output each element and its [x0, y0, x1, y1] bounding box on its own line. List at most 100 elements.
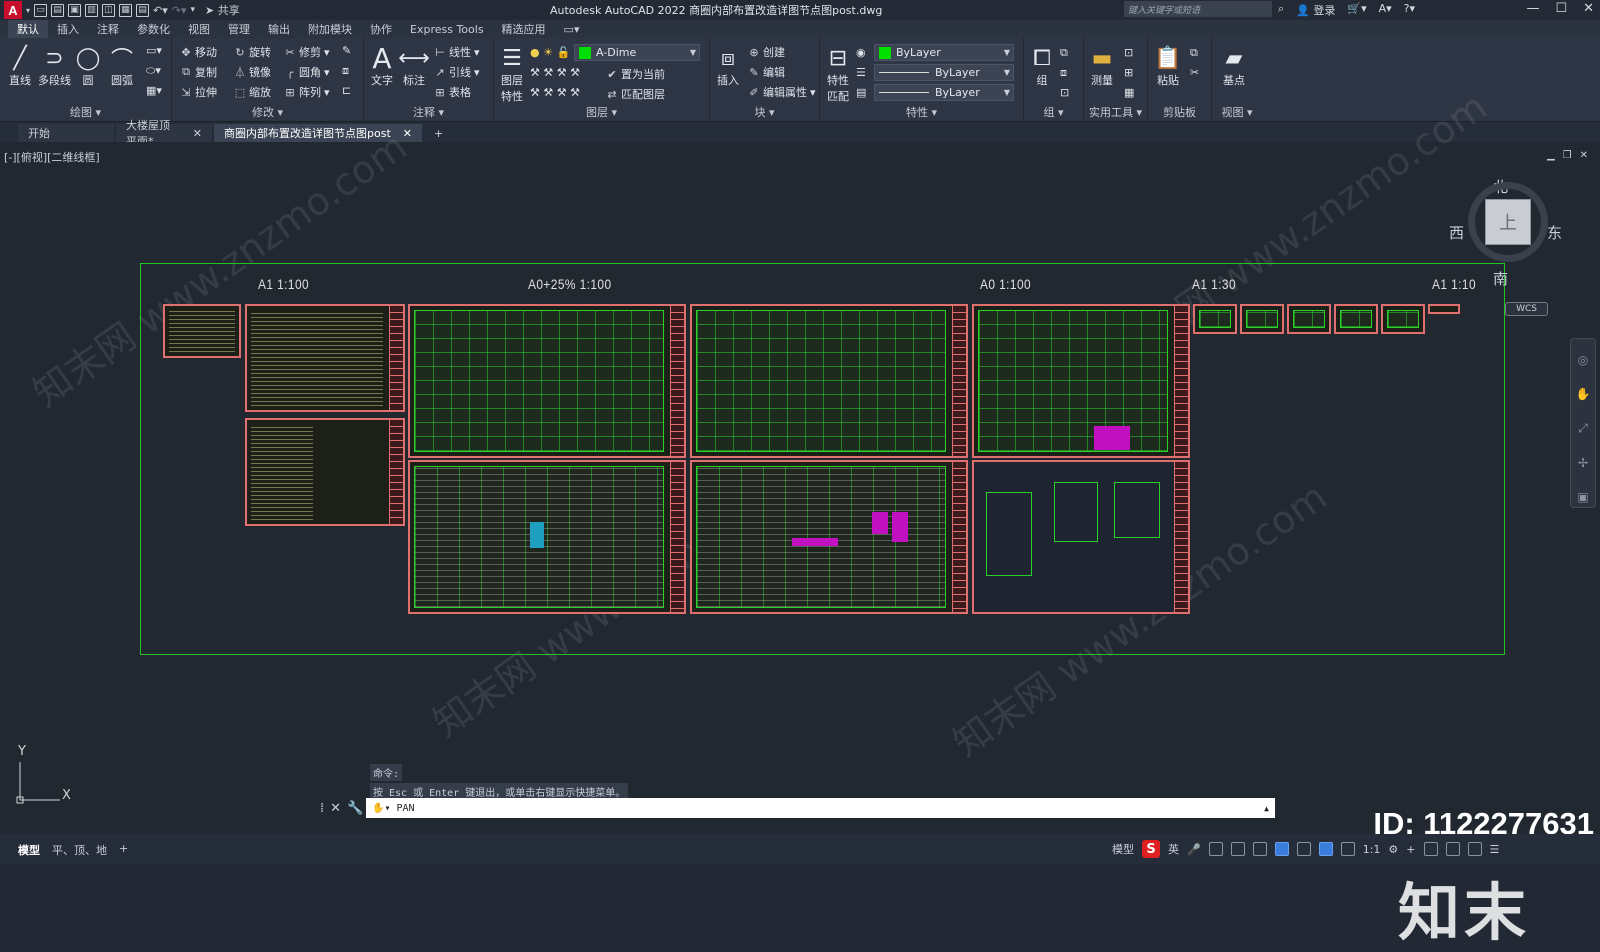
toolbox-icon[interactable] [1252, 842, 1267, 856]
scale-button[interactable]: ⬚ 缩放 [234, 84, 271, 100]
viewcube-west[interactable]: 西 [1449, 222, 1464, 243]
ribbon-panel-toggle-icon[interactable]: ▭▾ [555, 20, 589, 38]
annotation-scale[interactable]: 1:1 [1363, 843, 1381, 856]
linetype-icon[interactable]: ☰ [856, 66, 866, 79]
save-icon[interactable]: ▣ [68, 3, 82, 17]
linetype-dropdown[interactable]: ByLayer ▼ [874, 64, 1014, 81]
mirror-button[interactable]: ⏃ 镜像 [234, 64, 272, 80]
calculator-icon[interactable]: ▦ [1124, 86, 1134, 99]
cut-icon[interactable]: ✂ [1190, 66, 1199, 79]
match-properties-button[interactable]: ⊟ 特性 匹配 [824, 44, 852, 104]
panel-properties-title[interactable]: 特性 ▾ [820, 104, 1023, 120]
offset-icon[interactable]: ⊏ [342, 84, 351, 97]
quick-properties-icon[interactable] [1445, 842, 1460, 856]
ribbon-tab-addins[interactable]: 附加模块 [299, 20, 361, 38]
line-button[interactable]: ╱ 直线 [6, 44, 34, 88]
dimension-button[interactable]: ⟷ 标注 [398, 44, 430, 88]
copy-clip-icon[interactable]: ⧉ [1190, 46, 1198, 60]
customize-icon[interactable]: 🔧 [347, 801, 363, 816]
explode-icon[interactable]: ⧈ [342, 64, 349, 78]
linear-button[interactable]: ⊢ 线性 ▾ [434, 44, 479, 60]
doc-tab-start[interactable]: 开始 [18, 124, 114, 142]
gradient-icon[interactable]: ▦▾ [146, 84, 162, 97]
group-button[interactable]: ⧠ 组 [1028, 44, 1056, 88]
minimize-icon[interactable]: — [1526, 1, 1539, 16]
text-button[interactable]: A 文字 [368, 42, 396, 88]
ribbon-tab-view[interactable]: 视图 [179, 20, 219, 38]
lineweight-dropdown[interactable]: ByLayer ▼ [874, 84, 1014, 101]
help-icon[interactable]: ?▾ [1404, 2, 1415, 18]
layout-tab-plans[interactable]: 平、顶、地 [52, 842, 107, 858]
workspace-gear-icon[interactable]: ⚙ [1388, 843, 1398, 856]
maximize-icon[interactable]: ☐ [1555, 1, 1567, 16]
group-select-icon[interactable]: ⊡ [1060, 86, 1069, 99]
save-as-icon[interactable]: ▥ [85, 3, 99, 17]
pan-icon[interactable]: ✋ [1576, 387, 1591, 401]
new-file-icon[interactable]: ▭ [34, 3, 48, 17]
hardware-accel-icon[interactable] [1467, 842, 1482, 856]
annotation-monitor-icon[interactable]: + [1406, 843, 1415, 856]
keyboard-icon[interactable] [1208, 842, 1223, 856]
search-icon[interactable]: ⌕ [1278, 2, 1284, 18]
insert-block-button[interactable]: ⧈ 插入 [714, 44, 742, 88]
table-button[interactable]: ⊞ 表格 [434, 84, 471, 100]
plot-save-icon[interactable]: ▦ [119, 3, 133, 17]
web-mobile-icon[interactable]: ◫ [102, 3, 116, 17]
stretch-button[interactable]: ⇲ 拉伸 [180, 84, 217, 100]
ribbon-tab-insert[interactable]: 插入 [48, 20, 88, 38]
ribbon-tab-express-tools[interactable]: Express Tools [401, 20, 493, 38]
circle-button[interactable]: ◯ 圆 [74, 44, 102, 88]
command-input[interactable]: ✋▾ PAN ▲ [366, 798, 1275, 818]
sogou-ime-icon[interactable]: S [1142, 840, 1160, 858]
viewport-minimize-icon[interactable]: ▁ [1547, 150, 1555, 161]
annotation-visibility-icon[interactable] [1340, 842, 1355, 856]
erase-icon[interactable]: ✎ [342, 44, 351, 57]
orbit-icon[interactable]: ✢ [1578, 456, 1588, 470]
layer-tools-row1[interactable]: ⚒ ⚒ ⚒ ⚒ [530, 66, 580, 79]
showmotion-icon[interactable]: ▣ [1577, 490, 1588, 504]
array-button[interactable]: ⊞ 阵列 ▾ [284, 84, 329, 100]
panel-view-title[interactable]: 视图 ▾ [1212, 104, 1262, 120]
viewport-close-icon[interactable]: ✕ [1580, 150, 1588, 161]
new-tab-button[interactable]: + [424, 124, 453, 142]
arc-button[interactable]: ⌒ 圆弧 [108, 44, 136, 88]
panel-clipboard-title[interactable]: 剪贴板 [1148, 104, 1211, 120]
close-icon[interactable]: ✕ [403, 127, 412, 140]
ribbon-tab-annotate[interactable]: 注释 [88, 20, 128, 38]
measure-button[interactable]: ▬ 测量 [1088, 44, 1116, 88]
undo-icon[interactable]: ↶▾ [153, 4, 168, 17]
ribbon-tab-featured-apps[interactable]: 精选应用 [493, 20, 555, 38]
quick-select-icon[interactable]: ⊡ [1124, 46, 1133, 59]
cart-icon[interactable]: 🛒▾ [1347, 2, 1366, 18]
panel-groups-title[interactable]: 组 ▾ [1024, 104, 1083, 120]
autocad-logo-icon[interactable]: A [4, 1, 22, 19]
print-icon[interactable]: ▤ [136, 3, 150, 17]
fillet-button[interactable]: ╭ 圆角 ▾ [284, 64, 330, 80]
ribbon-tab-parametric[interactable]: 参数化 [128, 20, 179, 38]
app-menu-chevron-icon[interactable]: ▾ [26, 6, 30, 15]
edit-block-button[interactable]: ✎ 编辑 [748, 64, 785, 80]
match-layer-button[interactable]: ⇄ 匹配图层 [606, 86, 665, 102]
group-edit-icon[interactable]: ⧈ [1060, 66, 1067, 80]
layer-dropdown[interactable]: A-Dime ▼ [574, 44, 700, 61]
login-button[interactable]: 👤 登录 [1296, 2, 1335, 18]
viewport-controls-label[interactable]: [-][俯视][二维线框] [4, 149, 100, 165]
leader-button[interactable]: ↗ 引线 ▾ [434, 64, 479, 80]
paste-button[interactable]: 📋 粘贴 [1154, 44, 1182, 88]
doc-tab-roof-plan[interactable]: 大楼屋顶平面*✕ [116, 119, 212, 148]
ribbon-tab-collaborate[interactable]: 协作 [361, 20, 401, 38]
copy-button[interactable]: ⧉ 复制 [180, 64, 217, 80]
history-expand-icon[interactable]: ▲ [1264, 804, 1275, 813]
microphone-icon[interactable]: 🎤 [1187, 843, 1201, 856]
viewcube-south[interactable]: 南 [1493, 268, 1508, 289]
isodraft-icon[interactable] [1296, 842, 1311, 856]
panel-block-title[interactable]: 块 ▾ [710, 104, 819, 120]
lineweight-icon[interactable]: ▤ [856, 86, 866, 99]
model-space-toggle[interactable]: 模型 [1112, 841, 1134, 857]
skin-icon[interactable] [1230, 842, 1245, 856]
ribbon-tab-output[interactable]: 输出 [259, 20, 299, 38]
move-button[interactable]: ✥ 移动 [180, 44, 217, 60]
hatch-icon[interactable]: ⬭▾ [146, 64, 161, 78]
layout-tab-model[interactable]: 模型 [18, 842, 40, 858]
layer-properties-button[interactable]: ☰ 图层 特性 [498, 44, 526, 104]
